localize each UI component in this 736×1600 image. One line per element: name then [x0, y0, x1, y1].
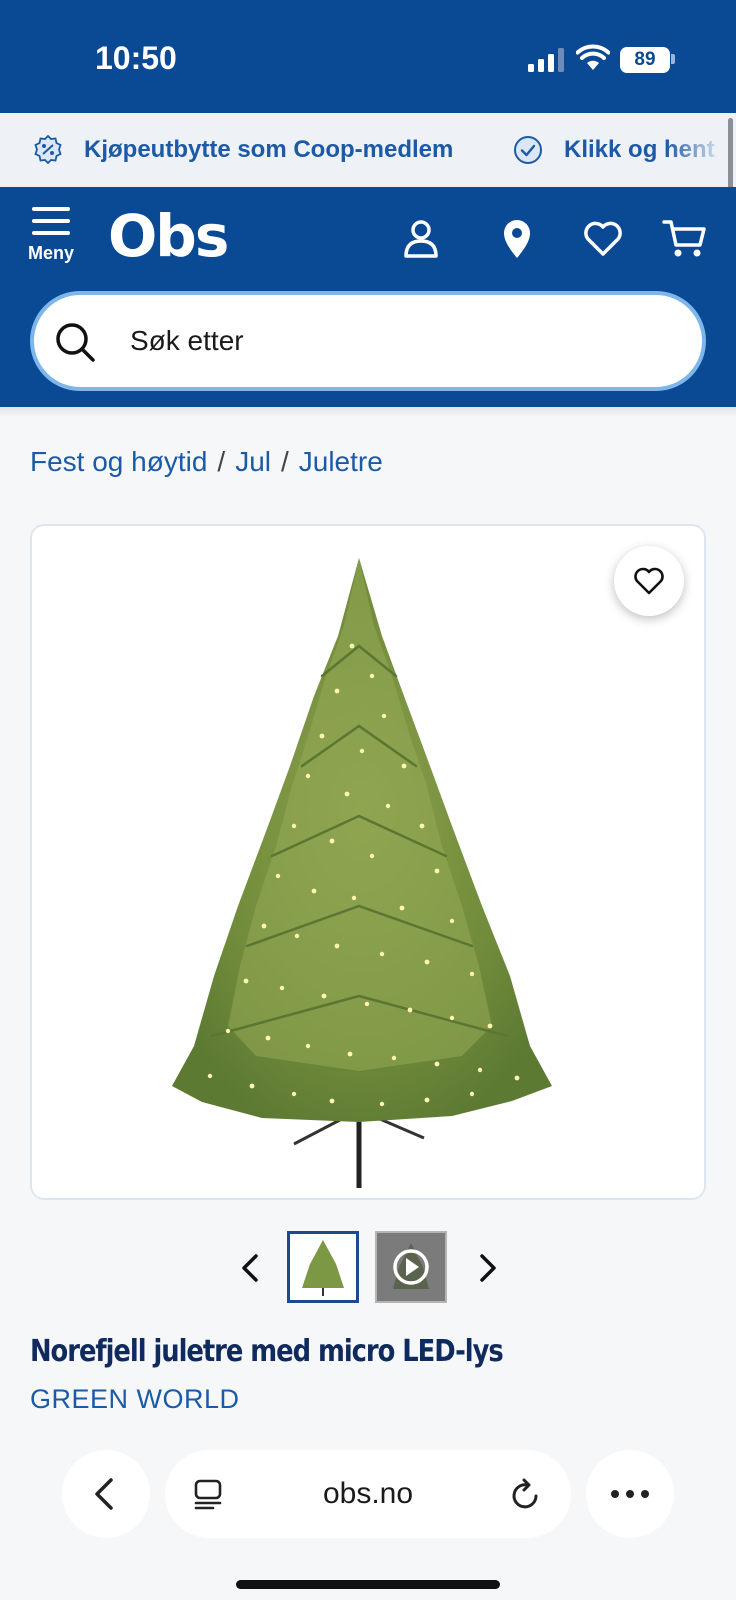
- address-bar[interactable]: obs.no: [165, 1450, 571, 1538]
- battery-tip: [671, 54, 675, 64]
- status-time: 10:50: [95, 40, 177, 76]
- cart-icon[interactable]: [662, 217, 708, 259]
- wifi-icon: [576, 44, 610, 70]
- breadcrumb-separator: /: [280, 446, 289, 477]
- menu-label: Meny: [27, 243, 74, 263]
- status-bar: 10:50 89: [0, 0, 736, 113]
- breadcrumb-item-juletre[interactable]: Juletre: [299, 446, 383, 477]
- search-icon: [56, 323, 95, 362]
- heart-icon[interactable]: [582, 217, 624, 259]
- more-options-button[interactable]: [586, 1450, 674, 1538]
- browser-toolbar: obs.no: [0, 1440, 736, 1600]
- breadcrumb-item-jul[interactable]: Jul: [235, 446, 271, 477]
- christmas-tree-thumbnail: [302, 1240, 344, 1296]
- search-bar[interactable]: [30, 291, 706, 391]
- product-image-card[interactable]: [30, 524, 706, 1200]
- home-indicator[interactable]: [236, 1580, 500, 1589]
- promo-label: Kjøpeutbytte som Coop-medlem: [84, 136, 454, 163]
- thumbnail-video[interactable]: [375, 1231, 447, 1303]
- breadcrumb-item-fest[interactable]: Fest og høytid: [30, 446, 207, 477]
- promo-item-coop[interactable]: Kjøpeutbytte som Coop-medlem: [32, 113, 453, 187]
- promo-bar: Kjøpeutbytte som Coop-medlem Klikk og he…: [0, 113, 736, 187]
- heart-outline-icon: [634, 567, 664, 595]
- reload-icon[interactable]: [509, 1476, 543, 1512]
- percent-badge-icon: [34, 134, 62, 165]
- signal-icon: [528, 48, 564, 72]
- header-shadow: [0, 407, 736, 417]
- hamburger-icon: [32, 207, 70, 235]
- check-circle-icon: [514, 136, 542, 164]
- chevron-right-icon[interactable]: [468, 1250, 504, 1286]
- play-icon: [393, 1243, 429, 1289]
- product-title: Norefjell juletre med micro LED-lys: [30, 1334, 504, 1369]
- menu-button[interactable]: Meny: [22, 207, 80, 273]
- promo-fade: [666, 113, 726, 187]
- product-brand[interactable]: GREEN WORLD: [30, 1384, 240, 1415]
- search-input[interactable]: [130, 295, 670, 387]
- breadcrumb-separator: /: [217, 446, 226, 477]
- browser-back-button[interactable]: [62, 1450, 150, 1538]
- battery-icon: 89: [620, 47, 670, 73]
- chevron-left-icon[interactable]: [234, 1250, 270, 1286]
- breadcrumb: Fest og høytid / Jul / Juletre: [30, 446, 383, 478]
- location-pin-icon[interactable]: [496, 217, 538, 259]
- user-icon[interactable]: [400, 217, 442, 259]
- obs-logo[interactable]: Obs: [108, 202, 229, 270]
- christmas-tree-image: [172, 558, 552, 1188]
- chevron-left-icon: [95, 1478, 113, 1510]
- thumbnail-image[interactable]: [287, 1231, 359, 1303]
- favorite-button[interactable]: [614, 546, 684, 616]
